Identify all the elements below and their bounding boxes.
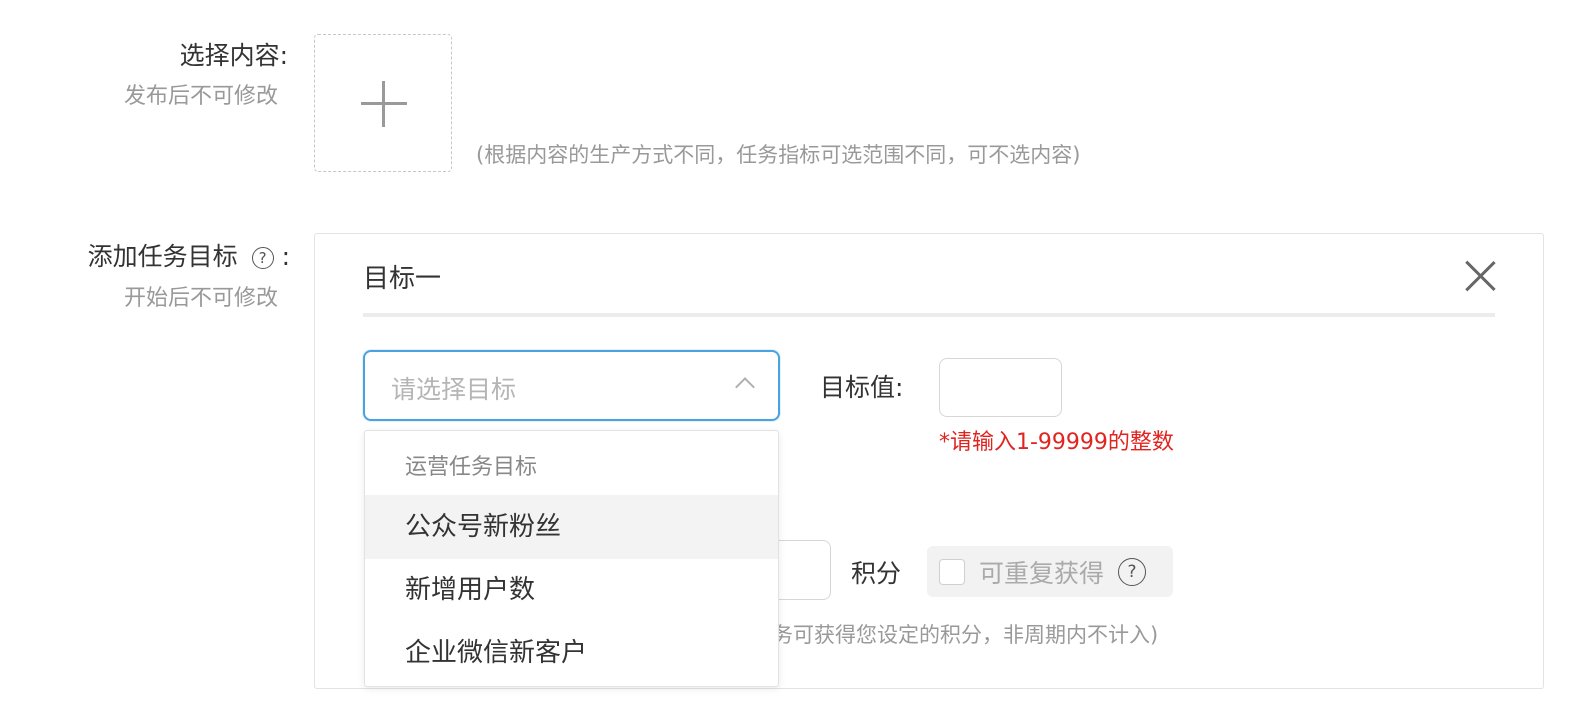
goal-title: 目标一 <box>363 264 442 294</box>
dropdown-option[interactable]: 公众号新粉丝 <box>365 495 778 559</box>
plus-icon-vertical <box>382 81 385 127</box>
target-value-error: *请输入1-99999的整数 <box>939 430 1174 455</box>
target-value-input[interactable] <box>939 358 1062 417</box>
add-goal-sublabel: 开始后不可修改 <box>123 286 278 311</box>
repeat-option: 可重复获得 ? <box>927 546 1173 597</box>
points-label: 积分 <box>851 559 902 588</box>
content-hint: (根据内容的生产方式不同，任务指标可选范围不同，可不选内容) <box>476 143 1081 167</box>
help-icon[interactable]: ? <box>1118 557 1147 586</box>
target-value-label: 目标值: <box>820 373 904 402</box>
repeat-label: 可重复获得 <box>979 558 1105 588</box>
dropdown-group-label: 运营任务目标 <box>405 455 538 480</box>
select-content-sublabel: 发布后不可修改 <box>123 84 278 109</box>
add-goal-label-colon: : <box>281 242 290 271</box>
chevron-up-icon <box>735 377 755 397</box>
help-icon[interactable]: ? <box>251 247 274 269</box>
goal-dropdown: 运营任务目标 公众号新粉丝 新增用户数 企业微信新客户 <box>364 430 779 687</box>
add-content-button[interactable] <box>314 34 452 172</box>
repeat-checkbox[interactable] <box>939 558 965 585</box>
goal-divider <box>363 313 1495 317</box>
close-icon[interactable] <box>1464 260 1496 292</box>
dropdown-option[interactable]: 企业微信新客户 <box>365 621 778 685</box>
dropdown-option[interactable]: 新增用户数 <box>365 558 778 622</box>
add-goal-label-text: 添加任务目标 <box>87 242 238 271</box>
points-hint: 务可获得您设定的积分，非周期内不计入) <box>772 623 1159 647</box>
add-goal-label: 添加任务目标 ? : <box>88 237 290 273</box>
select-content-label: 选择内容: <box>179 41 288 70</box>
goal-select[interactable]: 请选择目标 <box>363 350 780 421</box>
goal-select-placeholder: 请选择目标 <box>391 375 517 404</box>
